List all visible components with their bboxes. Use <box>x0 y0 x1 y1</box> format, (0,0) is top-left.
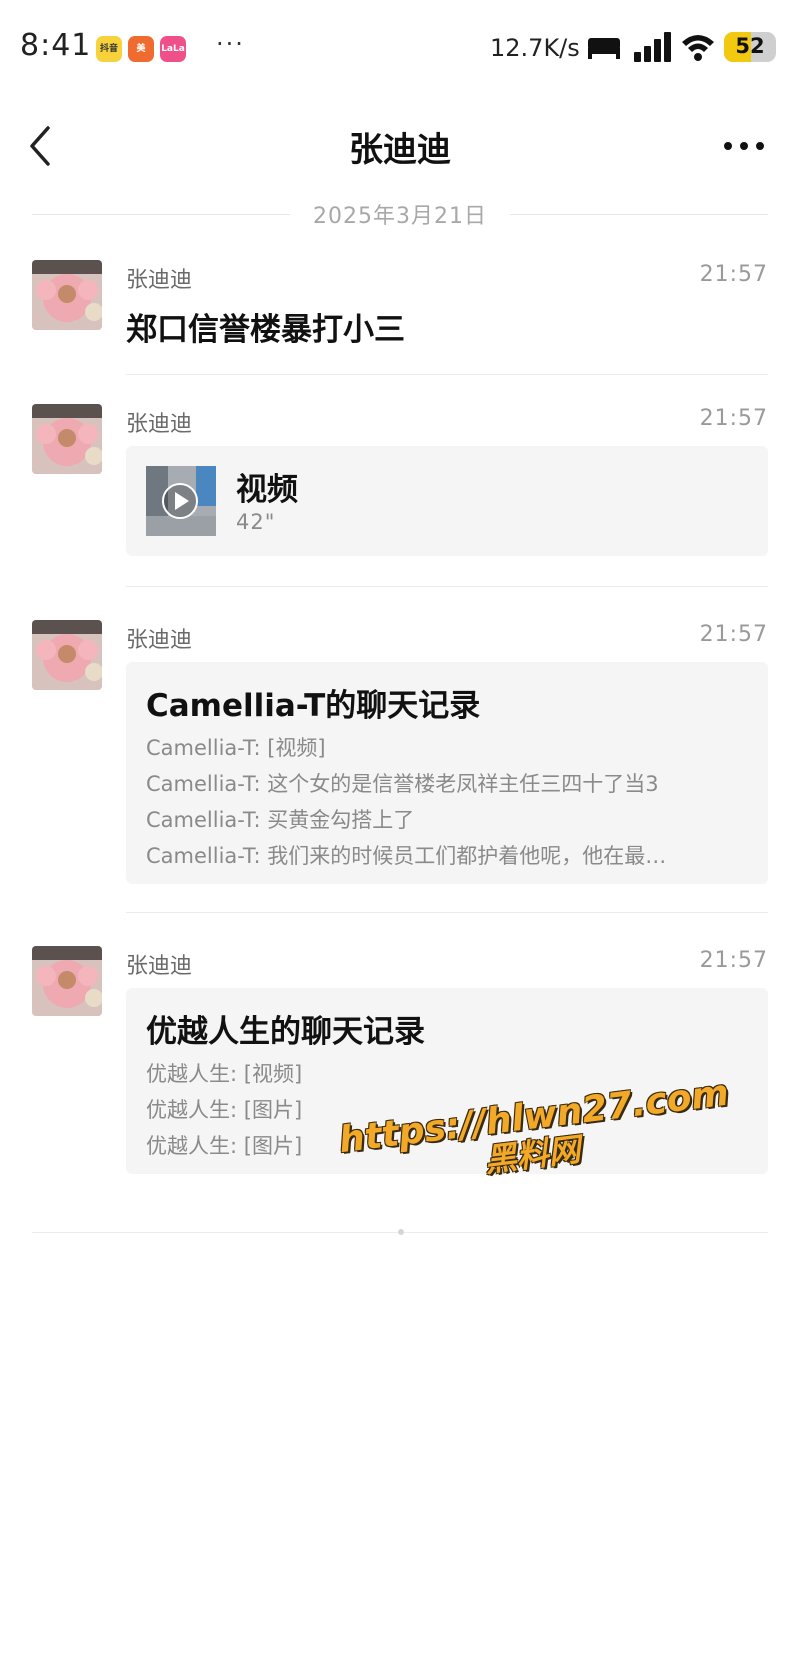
pinduoduo-icon: 抖音 <box>96 36 122 62</box>
message-text: 郑口信誉楼暴打小三 <box>126 312 405 348</box>
avatar-image <box>32 946 102 1016</box>
battery-level-text: 52 <box>735 34 765 58</box>
message-item[interactable]: 张迪迪 21:57 Camellia-T的聊天记录 Camellia-T: [视… <box>0 620 800 920</box>
wifi-icon <box>682 35 714 61</box>
more-notifications-icon: ··· <box>216 30 245 58</box>
video-card[interactable]: 视频 42" <box>126 446 768 556</box>
avatar-image <box>32 260 102 330</box>
chat-header: 张迪迪 <box>0 96 800 196</box>
sleep-mode-icon <box>588 38 620 59</box>
signal-icon <box>634 32 671 62</box>
scroll-indicator <box>398 1229 404 1235</box>
more-horizontal-icon[interactable] <box>722 134 766 158</box>
message-item[interactable]: 张迪迪 21:57 郑口信誉楼暴打小三 <box>0 260 800 376</box>
video-duration: 42" <box>236 510 276 534</box>
avatar[interactable] <box>32 620 102 690</box>
status-bar: 8:41 抖音 美 LaLa ··· 12.7K/s 52 <box>0 0 800 96</box>
chat-record-card[interactable]: Camellia-T的聊天记录 Camellia-T: [视频] Camelli… <box>126 662 768 884</box>
date-label: 2025年3月21日 <box>313 204 487 229</box>
sender-name: 张迪迪 <box>126 628 193 653</box>
message-separator <box>126 912 768 913</box>
battery-indicator: 52 <box>724 32 776 62</box>
message-time: 21:57 <box>699 948 768 973</box>
chat-record-line: Camellia-T: 我们来的时候员工们都护着他呢，他在最… <box>146 844 667 868</box>
sender-name: 张迪迪 <box>126 954 193 979</box>
chat-record-line: Camellia-T: [视频] <box>146 736 326 760</box>
chat-record-title: 优越人生的聊天记录 <box>146 1014 425 1050</box>
avatar-image <box>32 404 102 474</box>
video-title: 视频 <box>236 472 298 508</box>
message-separator <box>126 374 768 375</box>
message-time: 21:57 <box>699 262 768 287</box>
chat-record-line: Camellia-T: 这个女的是信誉楼老凤祥主任三四十了当3 <box>146 772 659 796</box>
avatar[interactable] <box>32 404 102 474</box>
message-time: 21:57 <box>699 406 768 431</box>
meituan-icon: 美 <box>128 36 154 62</box>
chat-record-line: 优越人生: [图片] <box>146 1134 303 1158</box>
message-time: 21:57 <box>699 622 768 647</box>
play-icon <box>146 466 216 536</box>
message-separator <box>126 586 768 587</box>
chat-record-title: Camellia-T的聊天记录 <box>146 688 481 724</box>
sender-name: 张迪迪 <box>126 412 193 437</box>
lofter-icon: LaLa <box>160 36 186 62</box>
status-time: 8:41 <box>20 28 92 63</box>
chat-record-line: 优越人生: [视频] <box>146 1062 303 1086</box>
message-item[interactable]: 张迪迪 21:57 视频 42" <box>0 404 800 594</box>
chat-record-line: 优越人生: [图片] <box>146 1098 303 1122</box>
chat-record-line: Camellia-T: 买黄金勾搭上了 <box>146 808 415 832</box>
network-speed: 12.7K/s <box>490 34 580 62</box>
avatar[interactable] <box>32 260 102 330</box>
video-thumbnail <box>146 466 216 536</box>
date-divider: 2025年3月21日 <box>32 198 768 230</box>
sender-name: 张迪迪 <box>126 268 193 293</box>
avatar[interactable] <box>32 946 102 1016</box>
page-title: 张迪迪 <box>349 130 451 170</box>
avatar-image <box>32 620 102 690</box>
